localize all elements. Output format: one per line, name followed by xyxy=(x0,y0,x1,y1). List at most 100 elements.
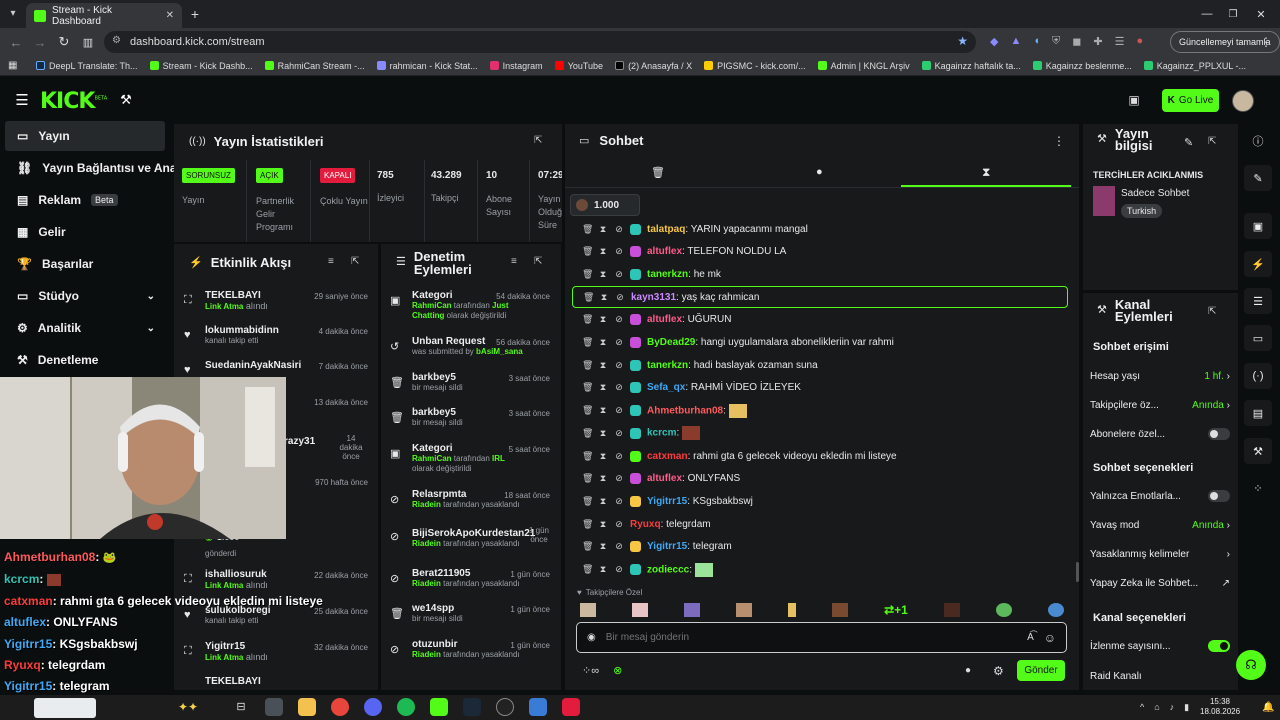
site-info-icon[interactable]: ⚙ xyxy=(112,35,121,46)
timeout-icon[interactable]: ⧗ xyxy=(598,269,608,280)
chat-username[interactable]: ByDead29 xyxy=(647,337,695,348)
popout-icon[interactable]: ⇱ xyxy=(1208,136,1216,147)
ban-icon[interactable]: ⊘ xyxy=(614,269,624,280)
hammer-icon[interactable]: ⚒ xyxy=(118,92,134,108)
timeout-icon[interactable]: ⧗ xyxy=(598,451,608,462)
trash-icon[interactable]: 🗑 xyxy=(582,269,593,280)
chat-message[interactable]: 🗑 ⧗ ⊘ tanerkzn: hadi baslayak ozaman suna xyxy=(572,354,1068,376)
chat-username[interactable]: altuflex xyxy=(647,473,682,484)
chat-input[interactable] xyxy=(605,632,1018,643)
chat-username[interactable]: kcrcm xyxy=(647,428,676,439)
stats-icon[interactable]: ▤ xyxy=(1244,400,1272,426)
settings-gear-icon[interactable]: ⚙ xyxy=(993,664,1004,678)
sidebar-item-gelir[interactable]: ▦ Gelir xyxy=(5,217,165,247)
ban-icon[interactable]: ⊘ xyxy=(614,541,624,552)
taskbar-app-icon[interactable] xyxy=(562,698,580,716)
hamburger-menu-icon[interactable]: ☰ xyxy=(14,92,30,109)
kick-coin-icon[interactable]: ⊗ xyxy=(613,664,622,677)
trash-tab-icon[interactable]: 🗑 xyxy=(651,166,665,179)
bookmark[interactable]: PIGSMC - kick.com/... xyxy=(704,61,806,71)
trash-icon[interactable]: 🗑 xyxy=(582,382,593,393)
chat-message[interactable]: 🗑 ⧗ ⊘ Yigitrr15: telegram xyxy=(572,536,1068,558)
emote-icon[interactable] xyxy=(943,603,960,617)
side-panel-icon[interactable]: ▥ xyxy=(80,34,96,50)
chat-message[interactable]: 🗑 ⧗ ⊘ Yigitrr15: KSgsbakbswj xyxy=(572,490,1068,512)
ban-icon[interactable]: ⊘ xyxy=(614,428,624,439)
ban-icon[interactable]: ⊘ xyxy=(614,246,624,257)
timeout-icon[interactable]: ⧗ xyxy=(598,405,608,416)
bookmark[interactable]: YouTube xyxy=(554,61,603,71)
broadcast-icon[interactable]: (·) xyxy=(1244,363,1272,389)
extension-icon[interactable]: ◖ xyxy=(1033,35,1040,48)
view-count-toggle[interactable] xyxy=(1208,640,1230,652)
shield-icon[interactable]: ⛨ xyxy=(1052,35,1060,48)
emote-icon[interactable] xyxy=(736,603,753,617)
chat-message[interactable]: 🗑 ⧗ ⊘ altuflex: ONLYFANS xyxy=(572,468,1068,490)
timeout-icon[interactable]: ⧗ xyxy=(598,337,608,348)
chat-message[interactable]: 🗑 ⧗ ⊘ kayn3131: yaş kaç rahmican xyxy=(572,286,1068,309)
trash-icon[interactable]: 🗑 xyxy=(582,428,593,439)
edit-icon[interactable]: ✎ xyxy=(1244,165,1272,191)
task-view-icon[interactable]: ⊟ xyxy=(232,698,250,716)
trash-icon[interactable]: 🗑 xyxy=(582,564,593,575)
timeout-icon[interactable]: ⧗ xyxy=(598,360,608,371)
emote-icon[interactable]: ⇄+1 xyxy=(884,603,908,617)
camera-icon[interactable]: ▣ xyxy=(1126,92,1142,108)
kick-logo[interactable]: KICKBETA xyxy=(40,89,107,114)
bookmark[interactable]: Kagainzz haftalık ta... xyxy=(921,61,1021,71)
chat-message[interactable]: 🗑 ⧗ ⊘ zodieccc: xyxy=(572,559,1068,581)
trash-icon[interactable]: 🗑 xyxy=(582,314,593,325)
trash-icon[interactable]: 🗑 xyxy=(582,224,593,235)
wrench-icon[interactable]: ⚒ xyxy=(1244,438,1272,464)
timeout-icon[interactable]: ⧗ xyxy=(598,541,608,552)
ai-chat-setting[interactable]: Yapay Zeka ile Sohbet... ↗ xyxy=(1090,570,1230,596)
camera-icon[interactable]: ▣ xyxy=(1244,213,1272,239)
ban-icon[interactable]: ⊘ xyxy=(614,360,624,371)
timeout-icon[interactable]: ⧗ xyxy=(598,224,608,235)
timeout-icon[interactable]: ⧗ xyxy=(598,473,608,484)
trash-icon[interactable]: 🗑 xyxy=(582,496,593,507)
popout-icon[interactable]: ⇱ xyxy=(1208,306,1216,317)
bookmark[interactable]: Instagram xyxy=(489,61,543,71)
bookmark[interactable]: RahmiCan Stream -... xyxy=(264,61,365,71)
chat-username[interactable]: Yigitrr15 xyxy=(647,541,687,552)
timeout-icon[interactable]: ⧗ xyxy=(599,292,609,303)
timeout-icon[interactable]: ⧗ xyxy=(598,519,608,530)
chat-message[interactable]: 🗑 ⧗ ⊘ catxman: rahmi gta 6 gelecek videoyu … xyxy=(572,445,1068,467)
maximize-icon[interactable]: ❐ xyxy=(1226,7,1240,21)
followers-only-setting[interactable]: Takipçilere öz... Anında › xyxy=(1090,392,1230,418)
sidebar-item-basarilar[interactable]: 🏆 Başarılar xyxy=(5,249,165,279)
chat-username[interactable]: talatpaq xyxy=(647,224,685,235)
emoji-icon[interactable]: ☺ xyxy=(1044,631,1056,645)
chat-message[interactable]: 🗑 ⧗ ⊘ Ahmetburhan08: xyxy=(572,400,1068,422)
emote-icon[interactable] xyxy=(684,603,701,617)
battery-icon[interactable]: ▮ xyxy=(1184,702,1189,713)
edit-pencil-icon[interactable]: ✎ xyxy=(1184,136,1193,149)
avatar[interactable] xyxy=(1232,90,1254,112)
hourglass-tab-icon[interactable]: ⧗ xyxy=(982,165,990,180)
bookmark[interactable]: Kagainzz_PPLXUL -... xyxy=(1143,61,1246,71)
volume-icon[interactable]: ♪ xyxy=(1170,702,1175,713)
timeout-icon[interactable]: ⧗ xyxy=(598,382,608,393)
trash-icon[interactable]: 🗑 xyxy=(582,519,593,530)
popout-icon[interactable]: ⇱ xyxy=(351,256,359,267)
chat-username[interactable]: tanerkzn xyxy=(647,360,688,371)
emotes-only-toggle[interactable] xyxy=(1208,490,1230,502)
sidebar-item-yayin[interactable]: ▭ Yayın xyxy=(5,121,165,151)
chat-username[interactable]: tanerkzn xyxy=(647,269,688,280)
timeout-icon[interactable]: ⧗ xyxy=(598,564,608,575)
points-icon[interactable]: ⁘∞ xyxy=(582,664,599,677)
sidebar-item-analitik[interactable]: ⚙ Analitik ⌄ xyxy=(5,313,165,343)
clock[interactable]: 15:38 18.08.2026 xyxy=(1200,697,1240,717)
back-icon[interactable]: ← xyxy=(8,34,24,50)
trash-icon[interactable]: 🗑 xyxy=(582,246,593,257)
chat-message[interactable]: 🗑 ⧗ ⊘ Sefa_qx: RAHMİ VİDEO İZLEYEK xyxy=(572,377,1068,399)
chat-bubble-tab-icon[interactable]: ● xyxy=(816,166,823,178)
taskbar-app-icon[interactable] xyxy=(265,698,283,716)
chat-message[interactable]: 🗑 ⧗ ⊘ talatpaq: YARIN yapacanmı mangal xyxy=(572,218,1068,240)
apps-grid-icon[interactable]: ▦ xyxy=(8,60,17,71)
timeout-icon[interactable]: ⧗ xyxy=(598,314,608,325)
ban-icon[interactable]: ⊘ xyxy=(614,224,624,235)
slow-mode-setting[interactable]: Yavaş mod Anında › xyxy=(1090,512,1230,538)
chat-username[interactable]: Sefa_qx xyxy=(647,382,685,393)
